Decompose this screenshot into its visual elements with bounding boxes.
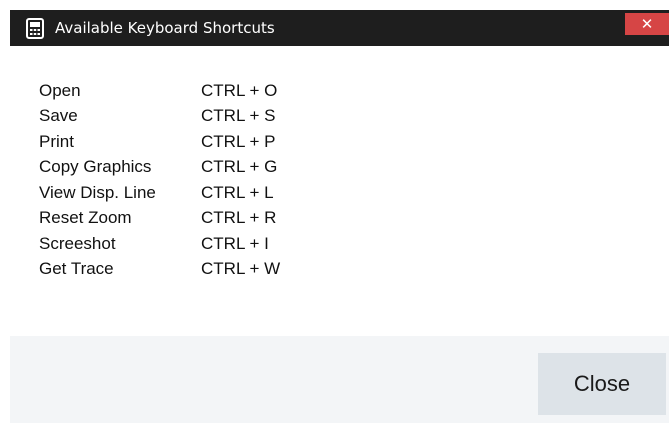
shortcut-row: View Disp. Line CTRL + L (39, 180, 280, 206)
dialog-footer: Close (10, 336, 669, 423)
shortcut-action: Print (39, 131, 74, 151)
shortcut-keys: CTRL + W (201, 259, 281, 279)
window-title: Available Keyboard Shortcuts (55, 19, 275, 37)
close-button[interactable]: Close (538, 353, 666, 415)
shortcut-keys: CTRL + I (201, 233, 269, 253)
close-icon: ✕ (640, 15, 654, 33)
calculator-icon (26, 18, 44, 39)
shortcut-row: Print CTRL + P (39, 129, 280, 155)
shortcut-action: Get Trace (39, 259, 114, 279)
shortcut-row: Get Trace CTRL + W (39, 257, 280, 283)
shortcut-row: Reset Zoom CTRL + R (39, 206, 280, 232)
shortcut-list: Open CTRL + O Save CTRL + S Print CTRL +… (39, 78, 280, 282)
shortcut-keys: CTRL + G (201, 157, 278, 177)
shortcut-keys: CTRL + P (201, 131, 276, 151)
title-bar[interactable]: Available Keyboard Shortcuts ✕ (10, 10, 669, 46)
shortcut-keys: CTRL + S (201, 106, 276, 126)
shortcuts-dialog: Available Keyboard Shortcuts ✕ Open CTRL… (0, 0, 669, 423)
shortcut-action: Screeshot (39, 233, 116, 253)
shortcut-action: Open (39, 80, 81, 100)
shortcut-row: Save CTRL + S (39, 104, 280, 130)
shortcut-keys: CTRL + O (201, 80, 278, 100)
window-close-button[interactable]: ✕ (625, 13, 669, 35)
shortcut-row: Open CTRL + O (39, 78, 280, 104)
shortcut-keys: CTRL + L (201, 182, 274, 202)
shortcut-action: View Disp. Line (39, 182, 156, 202)
shortcut-row: Copy Graphics CTRL + G (39, 155, 280, 181)
shortcut-action: Copy Graphics (39, 157, 152, 177)
shortcut-row: Screeshot CTRL + I (39, 231, 280, 257)
shortcut-keys: CTRL + R (201, 208, 277, 228)
shortcut-action: Reset Zoom (39, 208, 132, 228)
shortcut-action: Save (39, 106, 78, 126)
